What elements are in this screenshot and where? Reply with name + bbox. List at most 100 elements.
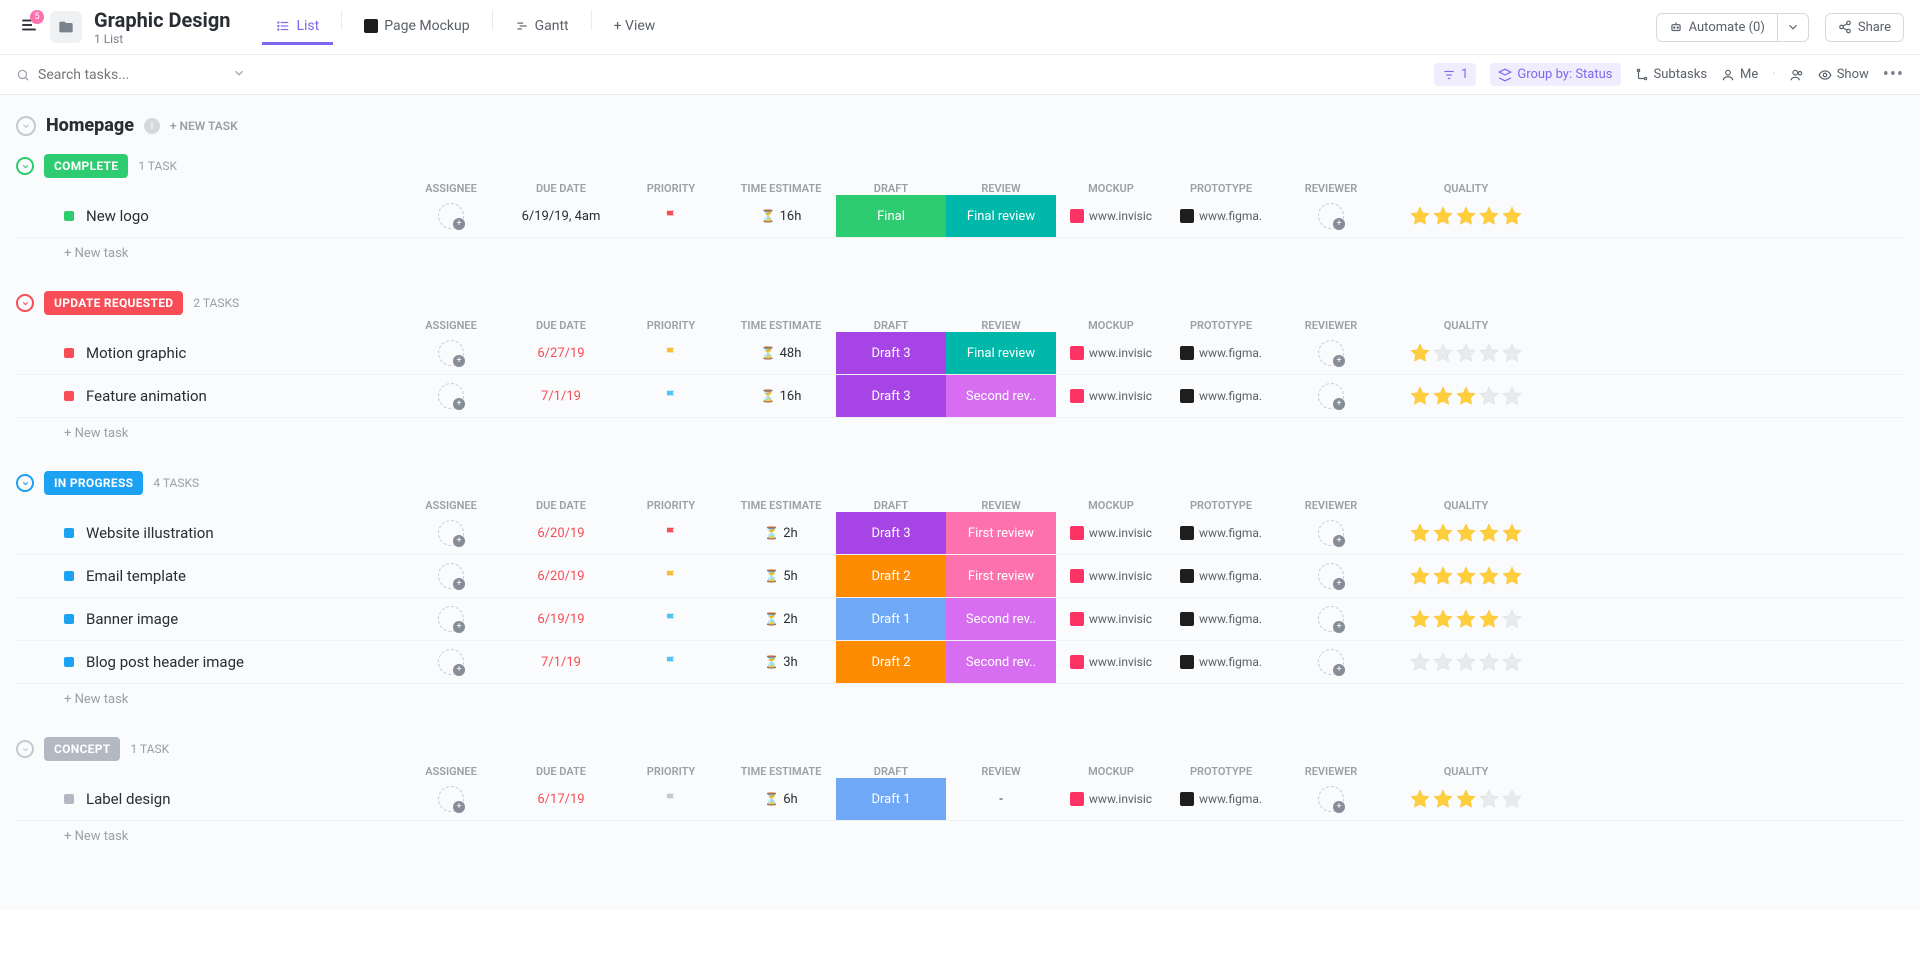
review-cell[interactable]: First review (946, 512, 1056, 554)
status-pill[interactable]: UPDATE REQUESTED (44, 291, 183, 315)
due-date-cell[interactable]: 7/1/19 (506, 389, 616, 404)
prototype-cell[interactable]: www.figma. (1166, 389, 1276, 403)
col-header[interactable]: QUALITY (1386, 765, 1546, 778)
col-header[interactable]: DUE DATE (506, 319, 616, 332)
col-header[interactable]: REVIEW (946, 765, 1056, 778)
col-header[interactable]: DUE DATE (506, 182, 616, 195)
col-header[interactable]: PROTOTYPE (1166, 499, 1276, 512)
prototype-cell[interactable]: www.figma. (1166, 792, 1276, 806)
new-task-row[interactable]: + New task (16, 418, 1904, 445)
mockup-cell[interactable]: www.invisic (1056, 526, 1166, 540)
task-name[interactable]: Blog post header image (86, 653, 244, 671)
draft-cell[interactable]: Draft 1 (836, 778, 946, 820)
task-name[interactable]: Feature animation (86, 387, 207, 405)
col-header[interactable]: ASSIGNEE (396, 499, 506, 512)
status-pill[interactable]: CONCEPT (44, 737, 120, 761)
draft-cell[interactable]: Draft 3 (836, 332, 946, 374)
col-header[interactable]: MOCKUP (1056, 182, 1166, 195)
more-menu[interactable]: ••• (1883, 64, 1904, 85)
view-tab-page-mockup[interactable]: Page Mockup (350, 10, 483, 45)
prototype-cell[interactable]: www.figma. (1166, 612, 1276, 626)
col-header[interactable]: MOCKUP (1056, 765, 1166, 778)
status-pill[interactable]: COMPLETE (44, 154, 128, 178)
mockup-cell[interactable]: www.invisic (1056, 655, 1166, 669)
assignee-cell[interactable] (396, 649, 506, 675)
search-box[interactable] (16, 66, 246, 84)
time-estimate-cell[interactable]: ⏳2h (726, 526, 836, 541)
assignee-cell[interactable] (396, 563, 506, 589)
reviewer-cell[interactable] (1276, 606, 1386, 632)
group-collapse-toggle[interactable] (16, 157, 34, 175)
mockup-cell[interactable]: www.invisic (1056, 612, 1166, 626)
share-button[interactable]: Share (1825, 13, 1904, 42)
draft-cell[interactable]: Draft 2 (836, 555, 946, 597)
task-row[interactable]: Label design 6/17/19 ⏳6h Draft 1 - www.i… (16, 778, 1904, 821)
status-pill[interactable]: IN PROGRESS (44, 471, 143, 495)
mockup-cell[interactable]: www.invisic (1056, 346, 1166, 360)
quality-cell[interactable] (1386, 205, 1546, 227)
group-collapse-toggle[interactable] (16, 474, 34, 492)
col-header[interactable]: TIME ESTIMATE (726, 182, 836, 195)
task-name[interactable]: Email template (86, 567, 186, 585)
prototype-cell[interactable]: www.figma. (1166, 346, 1276, 360)
review-cell[interactable]: Second rev.. (946, 641, 1056, 683)
review-cell[interactable]: Second rev.. (946, 598, 1056, 640)
reviewer-cell[interactable] (1276, 203, 1386, 229)
review-cell[interactable]: - (946, 792, 1056, 807)
assignee-cell[interactable] (396, 383, 506, 409)
assignees-chip[interactable] (1790, 68, 1804, 82)
reviewer-cell[interactable] (1276, 649, 1386, 675)
due-date-cell[interactable]: 6/19/19 (506, 612, 616, 627)
mockup-cell[interactable]: www.invisic (1056, 389, 1166, 403)
task-name[interactable]: New logo (86, 207, 149, 225)
task-row[interactable]: Blog post header image 7/1/19 ⏳3h Draft … (16, 641, 1904, 684)
col-header[interactable]: TIME ESTIMATE (726, 499, 836, 512)
menu-button[interactable]: 5 (16, 12, 42, 42)
prototype-cell[interactable]: www.figma. (1166, 209, 1276, 223)
due-date-cell[interactable]: 6/17/19 (506, 792, 616, 807)
col-header[interactable]: QUALITY (1386, 182, 1546, 195)
task-row[interactable]: New logo 6/19/19, 4am ⏳16h Final Final r… (16, 195, 1904, 238)
assignee-cell[interactable] (396, 786, 506, 812)
col-header[interactable]: PRIORITY (616, 765, 726, 778)
priority-cell[interactable] (616, 569, 726, 583)
task-name[interactable]: Website illustration (86, 524, 214, 542)
show-chip[interactable]: Show (1818, 67, 1869, 82)
task-name[interactable]: Label design (86, 790, 171, 808)
prototype-cell[interactable]: www.figma. (1166, 569, 1276, 583)
filter-chip[interactable]: 1 (1434, 63, 1476, 86)
col-header[interactable]: ASSIGNEE (396, 319, 506, 332)
col-header[interactable]: REVIEWER (1276, 499, 1386, 512)
quality-cell[interactable] (1386, 342, 1546, 364)
review-cell[interactable]: Second rev.. (946, 375, 1056, 417)
col-header[interactable]: PROTOTYPE (1166, 765, 1276, 778)
due-date-cell[interactable]: 7/1/19 (506, 655, 616, 670)
quality-cell[interactable] (1386, 651, 1546, 673)
quality-cell[interactable] (1386, 608, 1546, 630)
col-header[interactable]: DRAFT (836, 765, 946, 778)
time-estimate-cell[interactable]: ⏳16h (726, 389, 836, 404)
new-task-link[interactable]: + NEW TASK (170, 119, 238, 133)
col-header[interactable]: PRIORITY (616, 319, 726, 332)
col-header[interactable]: PROTOTYPE (1166, 182, 1276, 195)
view-tab-list[interactable]: List (262, 10, 333, 45)
task-name[interactable]: Motion graphic (86, 344, 186, 362)
new-task-row[interactable]: + New task (16, 821, 1904, 848)
due-date-cell[interactable]: 6/19/19, 4am (506, 209, 616, 224)
priority-cell[interactable] (616, 209, 726, 223)
task-row[interactable]: Motion graphic 6/27/19 ⏳48h Draft 3 Fina… (16, 332, 1904, 375)
priority-cell[interactable] (616, 612, 726, 626)
quality-cell[interactable] (1386, 385, 1546, 407)
col-header[interactable]: REVIEWER (1276, 319, 1386, 332)
col-header[interactable]: ASSIGNEE (396, 765, 506, 778)
me-chip[interactable]: Me (1721, 67, 1758, 82)
quality-cell[interactable] (1386, 788, 1546, 810)
due-date-cell[interactable]: 6/20/19 (506, 569, 616, 584)
priority-cell[interactable] (616, 526, 726, 540)
col-header[interactable]: ASSIGNEE (396, 182, 506, 195)
search-dropdown[interactable] (232, 66, 246, 84)
info-icon[interactable]: i (144, 118, 160, 134)
task-row[interactable]: Feature animation 7/1/19 ⏳16h Draft 3 Se… (16, 375, 1904, 418)
col-header[interactable]: PRIORITY (616, 182, 726, 195)
time-estimate-cell[interactable]: ⏳6h (726, 792, 836, 807)
